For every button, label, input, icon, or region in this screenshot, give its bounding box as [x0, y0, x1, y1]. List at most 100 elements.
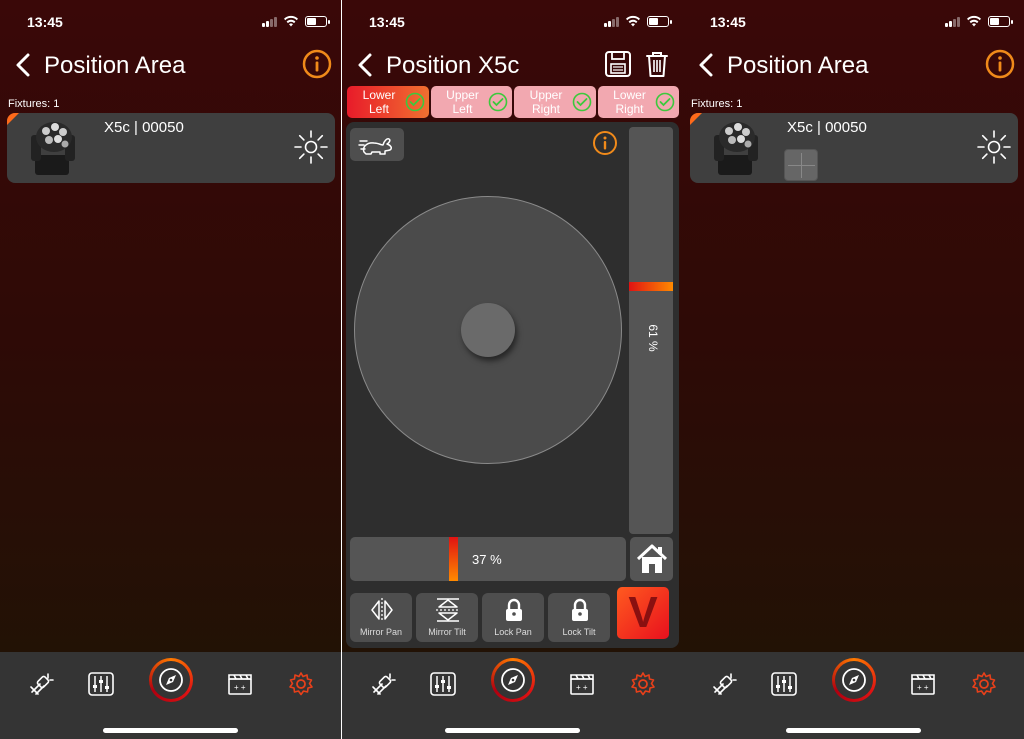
fixtures-count-label: Fixtures: 1: [8, 98, 60, 110]
position-control-panel: 61 % 37 % Mirror Pan Mirror Tilt Lock Pa…: [346, 122, 679, 648]
preset-upper-left[interactable]: Upper Left: [430, 86, 512, 118]
mirror-pan-button[interactable]: Mirror Pan: [350, 593, 412, 642]
settings-icon: [972, 672, 996, 696]
nav-bar: Position Area: [683, 44, 1024, 88]
status-time: 13:45: [27, 14, 63, 30]
svg-text:+ +: + +: [234, 683, 246, 692]
pan-slider-thumb[interactable]: [449, 537, 458, 581]
brightness-icon[interactable]: [976, 129, 1012, 165]
tab-settings[interactable]: [281, 664, 321, 704]
scenes-icon: + +: [570, 674, 594, 695]
fixture-name: X5c | 00050: [787, 119, 867, 136]
preset-label: Upper Right: [529, 88, 563, 116]
fixtures-count-label: Fixtures: 1: [691, 98, 743, 110]
pan-tilt-knob[interactable]: [461, 303, 515, 357]
mirror-pan-label: Mirror Pan: [359, 627, 402, 637]
tab-scenes[interactable]: + +: [903, 664, 943, 704]
preset-lower-right[interactable]: Lower Right: [597, 86, 679, 118]
battery-icon: [647, 15, 672, 27]
mirror-tilt-icon: [436, 598, 460, 622]
brand-logo: V: [617, 587, 669, 639]
mixer-icon: [88, 672, 114, 696]
pan-tilt-pad[interactable]: [354, 196, 622, 464]
tab-settings[interactable]: [623, 664, 663, 704]
brightness-icon[interactable]: [293, 129, 329, 165]
wifi-icon: [967, 15, 981, 27]
scenes-icon: + +: [911, 674, 935, 695]
tilt-slider-thumb[interactable]: [629, 282, 673, 291]
save-icon[interactable]: [603, 48, 633, 80]
cellular-signal-icon: [262, 16, 277, 27]
tab-bar: + +: [0, 652, 341, 739]
check-circle-icon: [655, 92, 675, 112]
back-chevron-icon[interactable]: [354, 50, 378, 80]
selection-corner-indicator: [690, 113, 702, 125]
tab-scenes[interactable]: + +: [220, 664, 260, 704]
moving-head-fixture-image: [31, 122, 75, 175]
page-title: Position Area: [727, 52, 869, 79]
tilt-value-label: 61 %: [646, 324, 660, 352]
info-icon[interactable]: [592, 130, 618, 156]
tab-mixer[interactable]: [423, 664, 463, 704]
back-chevron-icon[interactable]: [695, 50, 719, 80]
mixer-icon: [430, 672, 456, 696]
settings-icon: [289, 672, 313, 696]
fixture-card[interactable]: X5c | 00050: [690, 113, 1018, 183]
compass-icon: [159, 668, 183, 692]
status-time: 13:45: [710, 14, 746, 30]
back-chevron-icon[interactable]: [12, 50, 36, 80]
home-indicator: [103, 728, 238, 733]
rabbit-icon: [358, 137, 392, 155]
cellular-signal-icon: [604, 16, 619, 27]
home-indicator: [445, 728, 580, 733]
tab-fixtures[interactable]: [703, 664, 743, 704]
status-bar: 13:45: [683, 0, 1024, 44]
lock-pan-label: Lock Pan: [494, 627, 532, 637]
lock-icon: [506, 598, 522, 621]
battery-icon: [305, 15, 330, 27]
compass-icon: [501, 668, 525, 692]
info-icon[interactable]: [301, 48, 333, 80]
fixture-name: X5c | 00050: [104, 119, 184, 136]
tab-fixtures[interactable]: [362, 664, 402, 704]
mirror-tilt-button[interactable]: Mirror Tilt: [416, 593, 478, 642]
tab-mixer[interactable]: [81, 664, 121, 704]
house-icon: [636, 544, 667, 573]
preset-buttons: Lower Left Upper Left Upper Right Lower …: [347, 86, 679, 118]
tab-fixtures[interactable]: [20, 664, 60, 704]
tab-scenes[interactable]: + +: [562, 664, 602, 704]
lock-tilt-button[interactable]: Lock Tilt: [548, 593, 610, 642]
fixtures-icon: [30, 673, 54, 695]
tab-position[interactable]: [832, 658, 876, 702]
tilt-slider[interactable]: 61 %: [629, 127, 673, 534]
position-area-screen-left: 13:45 Position Area Fixtures: 1 X5c | 00…: [0, 0, 341, 739]
fixture-card[interactable]: X5c | 00050: [7, 113, 335, 183]
wifi-icon: [626, 15, 640, 27]
trash-icon[interactable]: [643, 48, 671, 80]
check-circle-icon: [488, 92, 508, 112]
status-bar: 13:45: [342, 0, 683, 44]
tab-mixer[interactable]: [764, 664, 804, 704]
tab-settings[interactable]: [964, 664, 1004, 704]
position-area-screen-right: 13:45 Position Area Fixtures: 1 X5c | 00…: [683, 0, 1024, 739]
nav-bar: Position Area: [0, 44, 341, 88]
tab-position[interactable]: [149, 658, 193, 702]
info-icon[interactable]: [984, 48, 1016, 80]
mixer-icon: [771, 672, 797, 696]
home-indicator: [786, 728, 921, 733]
home-position-button[interactable]: [630, 537, 673, 581]
svg-text:+ +: + +: [917, 683, 929, 692]
pan-slider[interactable]: 37 %: [350, 537, 626, 581]
speed-toggle-button[interactable]: [350, 128, 404, 161]
compass-icon: [842, 668, 866, 692]
fixtures-icon: [713, 673, 737, 695]
preset-label: Lower Left: [362, 88, 396, 116]
page-title: Position Area: [44, 52, 186, 79]
nav-bar: Position X5c: [342, 44, 683, 88]
moving-head-fixture-image: [714, 122, 758, 175]
position-preset-chip[interactable]: [784, 149, 818, 181]
tab-position[interactable]: [491, 658, 535, 702]
preset-lower-left[interactable]: Lower Left: [347, 86, 429, 118]
preset-upper-right[interactable]: Upper Right: [514, 86, 596, 118]
lock-pan-button[interactable]: Lock Pan: [482, 593, 544, 642]
